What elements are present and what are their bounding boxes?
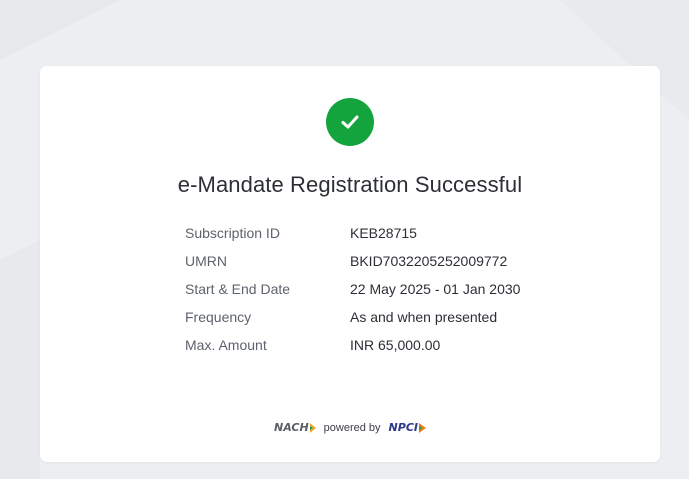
detail-label: Subscription ID bbox=[185, 225, 280, 241]
npci-logo-text: NPCI bbox=[388, 421, 418, 434]
detail-label: Start & End Date bbox=[185, 281, 291, 297]
detail-label: Frequency bbox=[185, 309, 252, 325]
npci-logo-mark bbox=[418, 422, 426, 433]
nach-logo-mark bbox=[309, 422, 316, 433]
npci-logo: NPCI bbox=[389, 421, 426, 434]
detail-row-frequency: Frequency As and when presented bbox=[185, 309, 520, 337]
powered-by-text: powered by bbox=[323, 421, 381, 434]
mandate-details: Subscription ID KEB28715 UMRN BKID703220… bbox=[185, 225, 520, 365]
detail-label: Max. Amount bbox=[185, 337, 267, 353]
detail-value: BKID7032205252009772 bbox=[350, 253, 508, 269]
nach-logo-text: NACH bbox=[274, 421, 309, 434]
detail-row-umrn: UMRN BKID7032205252009772 bbox=[185, 253, 520, 281]
footer: NACH powered by NPCI bbox=[40, 421, 660, 434]
detail-label: UMRN bbox=[185, 253, 227, 269]
detail-value: 22 May 2025 - 01 Jan 2030 bbox=[350, 281, 521, 297]
detail-row-subscription-id: Subscription ID KEB28715 bbox=[185, 225, 520, 253]
detail-row-max-amount: Max. Amount INR 65,000.00 bbox=[185, 337, 520, 365]
detail-row-dates: Start & End Date 22 May 2025 - 01 Jan 20… bbox=[185, 281, 520, 309]
success-badge bbox=[326, 98, 374, 146]
success-card: e-Mandate Registration Successful Subscr… bbox=[40, 66, 660, 462]
detail-value: As and when presented bbox=[350, 309, 498, 325]
detail-value: KEB28715 bbox=[350, 225, 417, 241]
nach-logo: NACH bbox=[274, 421, 316, 434]
detail-value: INR 65,000.00 bbox=[350, 337, 441, 353]
page-title: e-Mandate Registration Successful bbox=[177, 172, 523, 197]
check-icon bbox=[341, 115, 359, 129]
